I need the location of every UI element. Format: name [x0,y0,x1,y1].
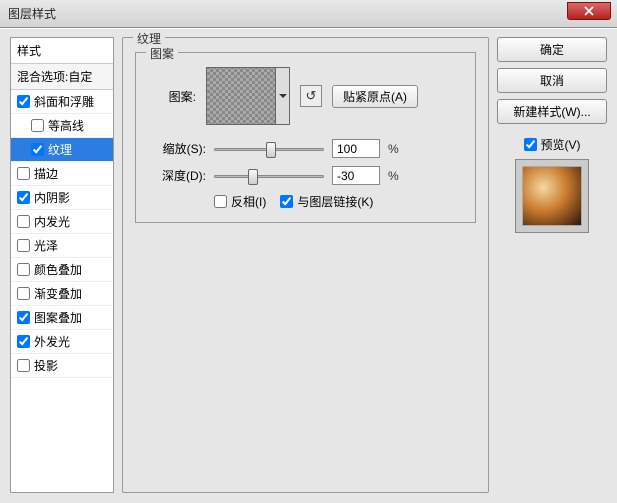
style-checkbox[interactable] [17,335,30,348]
cancel-button[interactable]: 取消 [497,68,607,93]
style-checkbox[interactable] [17,191,30,204]
link-checkbox[interactable] [280,195,293,208]
pattern-swatch[interactable] [206,67,276,125]
pattern-row: 图案: 贴紧原点(A) [148,67,463,125]
style-checkbox[interactable] [31,119,44,132]
styles-header[interactable]: 样式 [11,38,113,64]
depth-row: 深度(D): % [148,166,463,185]
invert-checkbox-label[interactable]: 反相(I) [214,193,266,210]
close-icon [584,6,594,16]
dialog-body: 样式 混合选项:自定 斜面和浮雕等高线纹理描边内阴影内发光光泽颜色叠加渐变叠加图… [0,28,617,503]
preview-box [515,159,589,233]
style-item-1[interactable]: 等高线 [11,114,113,138]
style-item-0[interactable]: 斜面和浮雕 [11,90,113,114]
style-label: 外发光 [34,333,70,350]
new-style-button[interactable]: 新建样式(W)... [497,99,607,124]
depth-label: 深度(D): [148,167,206,184]
style-item-10[interactable]: 外发光 [11,330,113,354]
styles-list-panel: 样式 混合选项:自定 斜面和浮雕等高线纹理描边内阴影内发光光泽颜色叠加渐变叠加图… [10,37,114,493]
style-checkbox[interactable] [17,311,30,324]
link-checkbox-label[interactable]: 与图层链接(K) [280,193,373,210]
style-item-7[interactable]: 颜色叠加 [11,258,113,282]
style-label: 颜色叠加 [34,261,82,278]
style-item-3[interactable]: 描边 [11,162,113,186]
style-checkbox[interactable] [17,239,30,252]
depth-unit: % [388,169,399,183]
preview-section: 预览(V) [497,136,607,233]
pattern-group: 图案 图案: 贴紧原点(A) 缩放(S): % [135,52,476,223]
style-label: 光泽 [34,237,58,254]
style-checkbox[interactable] [17,215,30,228]
pattern-label: 图案: [148,88,196,105]
style-item-2[interactable]: 纹理 [11,138,113,162]
scale-row: 缩放(S): % [148,139,463,158]
style-checkbox[interactable] [17,167,30,180]
options-row: 反相(I) 与图层链接(K) [214,193,463,210]
style-label: 等高线 [48,117,84,134]
scale-unit: % [388,142,399,156]
scale-label: 缩放(S): [148,140,206,157]
style-label: 图案叠加 [34,309,82,326]
style-checkbox[interactable] [17,287,30,300]
style-label: 内阴影 [34,189,70,206]
style-label: 描边 [34,165,58,182]
depth-slider[interactable] [214,167,324,185]
style-label: 斜面和浮雕 [34,93,94,110]
style-item-11[interactable]: 投影 [11,354,113,378]
scale-input[interactable] [332,139,380,158]
snap-origin-button[interactable]: 贴紧原点(A) [332,85,418,108]
scale-slider[interactable] [214,140,324,158]
invert-text: 反相(I) [231,193,266,210]
blend-options-row[interactable]: 混合选项:自定 [11,64,113,90]
invert-checkbox[interactable] [214,195,227,208]
style-checkbox[interactable] [17,95,30,108]
texture-group: 纹理 图案 图案: 贴紧原点(A) 缩放(S): [122,37,489,493]
style-item-9[interactable]: 图案叠加 [11,306,113,330]
style-item-5[interactable]: 内发光 [11,210,113,234]
titlebar: 图层样式 [0,0,617,28]
pattern-dropdown-button[interactable] [276,67,290,125]
close-button[interactable] [567,2,611,20]
preview-checkbox-label[interactable]: 预览(V) [524,136,581,153]
style-label: 渐变叠加 [34,285,82,302]
style-checkbox[interactable] [31,143,44,156]
style-label: 投影 [34,357,58,374]
preview-image [522,166,582,226]
preview-checkbox[interactable] [524,138,537,151]
style-checkbox[interactable] [17,263,30,276]
pattern-group-legend: 图案 [146,45,178,62]
action-panel: 确定 取消 新建样式(W)... 预览(V) [497,37,607,493]
ok-button[interactable]: 确定 [497,37,607,62]
depth-input[interactable] [332,166,380,185]
settings-panel: 纹理 图案 图案: 贴紧原点(A) 缩放(S): [122,37,489,493]
style-item-6[interactable]: 光泽 [11,234,113,258]
window-title: 图层样式 [8,5,56,22]
link-text: 与图层链接(K) [297,193,373,210]
style-checkbox[interactable] [17,359,30,372]
style-item-4[interactable]: 内阴影 [11,186,113,210]
create-pattern-icon[interactable] [300,85,322,107]
style-item-8[interactable]: 渐变叠加 [11,282,113,306]
style-label: 纹理 [48,141,72,158]
style-label: 内发光 [34,213,70,230]
preview-text: 预览(V) [541,136,581,153]
